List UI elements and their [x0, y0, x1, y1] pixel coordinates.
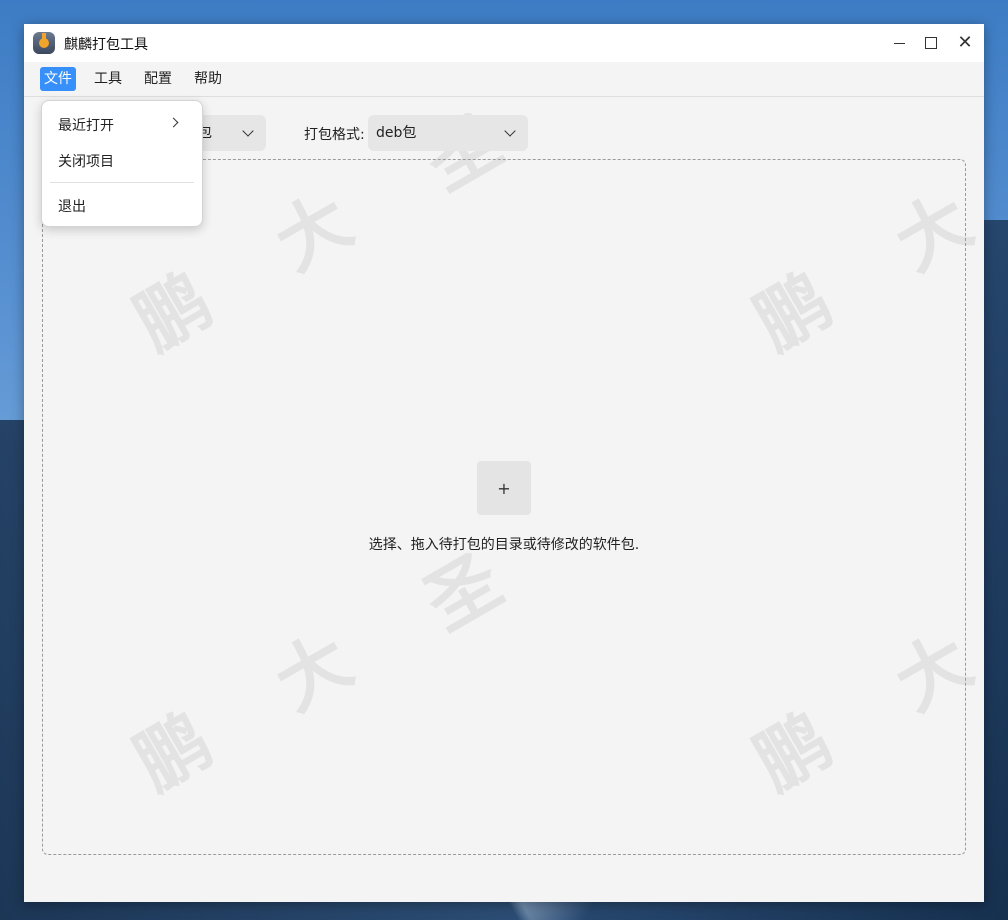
maximize-button[interactable]: [918, 30, 944, 56]
chevron-down-icon: [504, 125, 516, 137]
format-select[interactable]: deb包: [368, 115, 528, 151]
plus-icon: +: [497, 478, 511, 498]
chevron-down-icon: [242, 125, 254, 137]
add-button[interactable]: +: [477, 461, 531, 515]
app-download-icon: [33, 32, 55, 54]
chevron-right-icon: [168, 117, 179, 128]
menu-config[interactable]: 配置: [140, 67, 176, 91]
close-button[interactable]: ✕: [952, 30, 978, 56]
minimize-icon: [893, 42, 905, 44]
maximize-icon: [925, 37, 937, 49]
menu-tools[interactable]: 工具: [90, 67, 126, 91]
file-menu-popup: 最近打开 关闭项目 退出: [41, 100, 203, 227]
menu-item-exit[interactable]: 退出: [58, 196, 86, 216]
menu-item-close-project[interactable]: 关闭项目: [58, 151, 114, 171]
menu-bar: 文件 工具 配置 帮助: [24, 62, 984, 97]
format-value: deb包: [376, 125, 417, 141]
title-bar: 麒麟打包工具 ✕: [24, 24, 984, 62]
window-title: 麒麟打包工具: [64, 37, 148, 53]
menu-item-recent[interactable]: 最近打开: [58, 115, 114, 135]
drop-hint: 选择、拖入待打包的目录或待修改的软件包.: [368, 537, 640, 553]
menu-separator: [50, 182, 194, 183]
menu-help[interactable]: 帮助: [190, 67, 226, 91]
format-label: 打包格式:: [304, 127, 365, 143]
menu-file[interactable]: 文件: [40, 67, 76, 91]
close-icon: ✕: [957, 32, 973, 53]
minimize-button[interactable]: [886, 30, 912, 56]
